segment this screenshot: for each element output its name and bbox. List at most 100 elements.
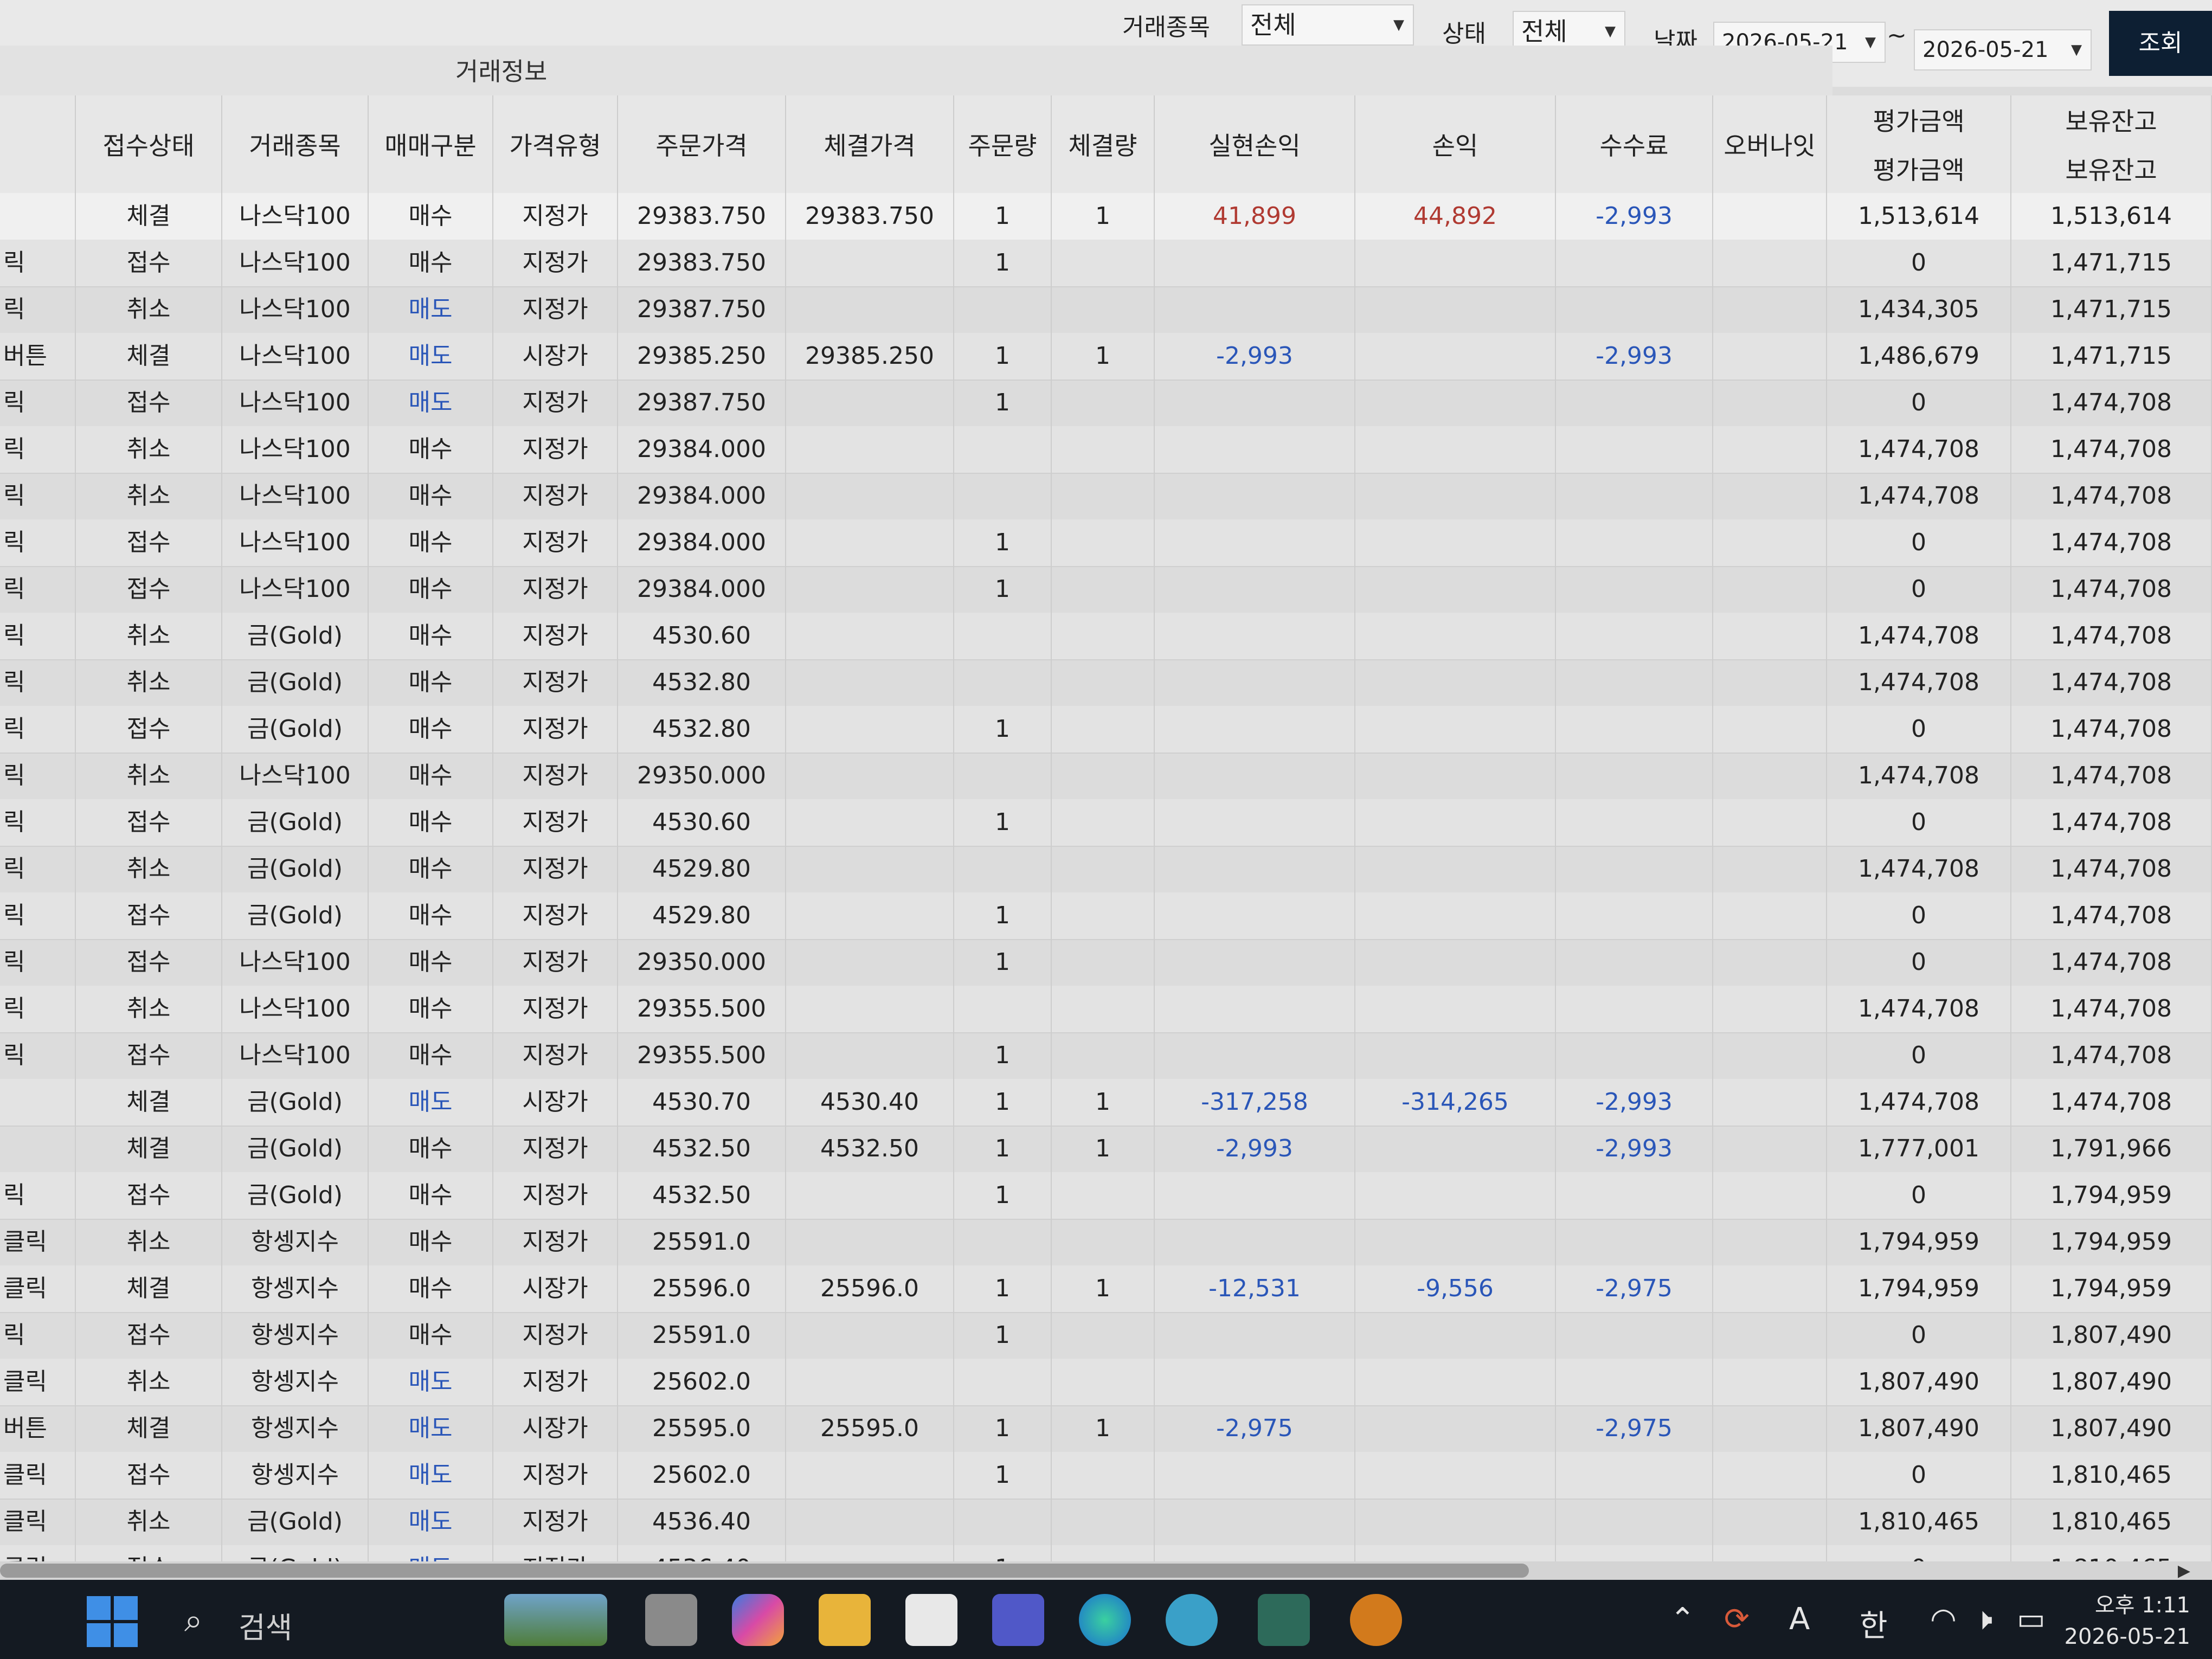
table-row[interactable]: 릭 접수 나스닥100 매수 지정가 29383.750 1 0 1,471,715 — [0, 240, 2212, 287]
cell-ov — [1713, 240, 1827, 286]
header-fill-qty[interactable]: 체결량 — [1052, 95, 1155, 193]
cell-status: 접수 — [76, 1312, 222, 1359]
cell-pnl — [1355, 1312, 1556, 1359]
cell-ptype: 지정가 — [493, 426, 618, 473]
terminal-icon[interactable] — [1258, 1594, 1310, 1646]
landscape-widget-icon[interactable] — [504, 1594, 607, 1646]
cell-status: 접수 — [76, 240, 222, 286]
header-overnight[interactable]: 오버나잇 — [1713, 95, 1827, 193]
table-row[interactable]: 릭 접수 항셍지수 매수 지정가 25591.0 1 0 1,807,490 — [0, 1312, 2212, 1360]
cell-oprice: 29384.000 — [618, 426, 786, 473]
header-realized-pnl[interactable]: 실현손익 — [1155, 95, 1355, 193]
cell-fqty: 1 — [1052, 1126, 1155, 1172]
header-price-type[interactable]: 가격유형 — [493, 95, 618, 193]
file-icon[interactable] — [645, 1594, 697, 1646]
cell-fprice: 4532.50 — [786, 1126, 954, 1172]
battery-icon[interactable]: ▭ — [2017, 1602, 2046, 1637]
table-row[interactable]: 릭 취소 나스닥100 매도 지정가 29387.750 1,434,305 1,471,71… — [0, 286, 2212, 334]
table-row[interactable]: 릭 접수 나스닥100 매수 지정가 29384.000 1 0 1,474,708 — [0, 566, 2212, 614]
cell-hold: 1,794,959 — [2011, 1172, 2212, 1219]
cell-fprice — [786, 1032, 954, 1079]
scroll-right-arrow-icon[interactable]: ▶ — [2178, 1561, 2190, 1580]
app-badge-icon[interactable] — [1350, 1594, 1402, 1646]
table-row[interactable]: 클릭 취소 금(Gold) 매도 지정가 4536.40 1,810,465 1,810,46… — [0, 1499, 2212, 1546]
cell-oqty: 1 — [954, 1079, 1052, 1126]
cell-rpnl — [1155, 846, 1355, 892]
table-row[interactable]: 클릭 취소 항셍지수 매수 지정가 25591.0 1,794,959 1,794,959 — [0, 1219, 2212, 1266]
table-row[interactable]: 클릭 체결 항셍지수 매수 시장가 25596.0 25596.0 1 1 -12,531 -9,5… — [0, 1265, 2212, 1313]
cell-oqty — [954, 659, 1052, 706]
header-order-qty[interactable]: 주문량 — [954, 95, 1052, 193]
horizontal-scrollbar[interactable]: ▶ — [0, 1561, 2212, 1580]
header-pnl[interactable]: 손익 — [1355, 95, 1556, 193]
table-row[interactable]: 릭 취소 금(Gold) 매수 지정가 4530.60 1,474,708 1,474,708 — [0, 613, 2212, 660]
table-row[interactable]: 클릭 취소 항셍지수 매도 지정가 25602.0 1,807,490 1,807,490 — [0, 1359, 2212, 1406]
table-row[interactable]: 체결 금(Gold) 매도 시장가 4530.70 4530.40 1 1 -317,258 -3… — [0, 1079, 2212, 1127]
table-row[interactable]: 버튼 체결 나스닥100 매도 시장가 29385.250 29385.250 1 1 -2,99… — [0, 333, 2212, 381]
cell-pnl — [1355, 659, 1556, 706]
chat-icon[interactable] — [1166, 1594, 1218, 1646]
header-hold[interactable]: 보유잔고 보유잔고 — [2011, 95, 2212, 193]
cell-ptype: 지정가 — [493, 380, 618, 426]
item-filter-select[interactable]: 전체 ▼ — [1242, 4, 1414, 46]
table-row[interactable]: 릭 접수 나스닥100 매수 지정가 29355.500 1 0 1,474,708 — [0, 1032, 2212, 1080]
table-row[interactable]: 릭 접수 금(Gold) 매수 지정가 4530.60 1 0 1,474,708 — [0, 799, 2212, 847]
header-item[interactable]: 거래종목 — [222, 95, 369, 193]
table-row[interactable]: 릭 취소 나스닥100 매수 지정가 29384.000 1,474,708 1,474,70… — [0, 473, 2212, 520]
wifi-icon[interactable]: ◠ — [1930, 1602, 1957, 1637]
cell-fprice — [786, 939, 954, 986]
cell-src: 릭 — [0, 380, 76, 426]
table-row[interactable]: 릭 접수 나스닥100 매도 지정가 29387.750 1 0 1,474,708 — [0, 380, 2212, 427]
table-row[interactable]: 체결 금(Gold) 매수 지정가 4532.50 4532.50 1 1 -2,993 -2,9… — [0, 1126, 2212, 1173]
header-order-price[interactable]: 주문가격 — [618, 95, 786, 193]
cell-rpnl — [1155, 240, 1355, 286]
cell-src: 클릭 — [0, 1265, 76, 1312]
font-indicator[interactable]: A — [1789, 1602, 1810, 1637]
header-fee[interactable]: 수수료 — [1556, 95, 1713, 193]
header-side[interactable]: 매매구분 — [369, 95, 493, 193]
cell-status: 체결 — [76, 1405, 222, 1452]
windows-start-icon[interactable] — [87, 1596, 139, 1648]
table-row[interactable]: 릭 취소 나스닥100 매수 지정가 29355.500 1,474,708 1,474,70… — [0, 986, 2212, 1033]
table-row[interactable]: 체결 나스닥100 매수 지정가 29383.750 29383.750 1 1 41,899 4… — [0, 193, 2212, 241]
table-row[interactable]: 릭 취소 나스닥100 매수 지정가 29384.000 1,474,708 1,474,70… — [0, 426, 2212, 474]
table-row[interactable]: 버튼 체결 항셍지수 매도 시장가 25595.0 25595.0 1 1 -2,975 -2,97… — [0, 1405, 2212, 1453]
taskbar-search-label[interactable]: 검색 — [239, 1604, 292, 1647]
cell-fqty — [1052, 1312, 1155, 1359]
cell-pnl — [1355, 1359, 1556, 1405]
table-row[interactable]: 클릭 접수 항셍지수 매도 지정가 25602.0 1 0 1,810,465 — [0, 1452, 2212, 1500]
cell-eval: 1,486,679 — [1827, 333, 2011, 380]
header-fill-price[interactable]: 체결가격 — [786, 95, 954, 193]
cell-oprice: 4532.50 — [618, 1172, 786, 1219]
sync-icon[interactable]: ⟳ — [1724, 1602, 1750, 1637]
cell-oprice: 29387.750 — [618, 286, 786, 333]
table-row[interactable]: 릭 접수 나스닥100 매수 지정가 29350.000 1 0 1,474,708 — [0, 939, 2212, 987]
header-eval[interactable]: 평가금액 평가금액 — [1827, 95, 2011, 193]
search-icon[interactable]: ⌕ — [184, 1602, 203, 1639]
system-clock[interactable]: 오후 1:11 2026-05-21 — [2065, 1590, 2190, 1652]
table-row[interactable]: 릭 취소 나스닥100 매수 지정가 29350.000 1,474,708 1,474,70… — [0, 753, 2212, 800]
cell-rpnl — [1155, 1219, 1355, 1265]
teams-icon[interactable] — [992, 1594, 1044, 1646]
cell-side: 매수 — [369, 939, 493, 986]
ime-indicator[interactable]: 한 — [1860, 1602, 1888, 1645]
table-row[interactable]: 릭 취소 금(Gold) 매수 지정가 4529.80 1,474,708 1,474,708 — [0, 846, 2212, 893]
cell-fqty — [1052, 1499, 1155, 1545]
cell-eval: 0 — [1827, 1312, 2011, 1359]
cell-fqty — [1052, 986, 1155, 1032]
table-row[interactable]: 릭 접수 금(Gold) 매수 지정가 4532.50 1 0 1,794,959 — [0, 1172, 2212, 1220]
copilot-icon[interactable] — [732, 1594, 784, 1646]
table-row[interactable]: 릭 접수 금(Gold) 매수 지정가 4529.80 1 0 1,474,708 — [0, 892, 2212, 940]
table-row[interactable]: 릭 취소 금(Gold) 매수 지정가 4532.80 1,474,708 1,474,708 — [0, 659, 2212, 707]
folder-icon[interactable] — [819, 1594, 871, 1646]
chevron-up-icon[interactable]: ⌃ — [1670, 1602, 1695, 1637]
store-icon[interactable] — [905, 1594, 957, 1646]
speaker-mute-icon[interactable]: 🕨 — [1973, 1602, 1992, 1637]
header-status[interactable]: 접수상태 — [76, 95, 222, 193]
edge-icon[interactable] — [1079, 1594, 1131, 1646]
cell-ov — [1713, 473, 1827, 519]
cell-item: 항셍지수 — [222, 1359, 369, 1405]
table-row[interactable]: 릭 접수 나스닥100 매수 지정가 29384.000 1 0 1,474,708 — [0, 519, 2212, 567]
table-row[interactable]: 릭 접수 금(Gold) 매수 지정가 4532.80 1 0 1,474,708 — [0, 706, 2212, 754]
scrollbar-thumb[interactable] — [0, 1564, 1529, 1578]
